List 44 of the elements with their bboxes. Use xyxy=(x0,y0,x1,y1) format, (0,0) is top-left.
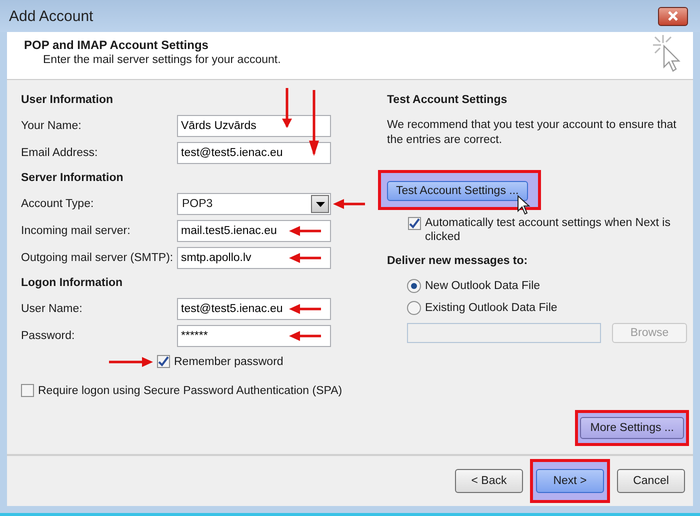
close-icon xyxy=(667,11,679,21)
dropdown-arrow-button[interactable] xyxy=(311,195,329,213)
dialog-button[interactable]: Cancel xyxy=(617,469,685,493)
checkbox-label: Require logon using Secure Password Authentication (SPA) xyxy=(38,384,342,396)
close-button[interactable] xyxy=(658,6,688,26)
dialog-button[interactable]: Next > xyxy=(536,469,604,493)
radio-button[interactable] xyxy=(407,279,421,293)
test-account-settings-button[interactable]: Test Account Settings ... xyxy=(387,181,528,201)
section-heading: Test Account Settings xyxy=(387,94,508,106)
input-field[interactable]: test@test5.ienac.eu xyxy=(177,142,331,164)
field-label: Password: xyxy=(21,330,76,342)
field-label: User Name: xyxy=(21,303,84,315)
window-title: Add Account xyxy=(9,8,94,24)
input-field[interactable]: Vārds Uzvārds xyxy=(177,115,331,137)
field-label: Incoming mail server: xyxy=(21,225,132,237)
description-text: We recommend that you test your account to ensure that the entries are correct. xyxy=(387,118,678,148)
checkbox[interactable] xyxy=(157,355,170,368)
dialog-heading: POP and IMAP Account Settings xyxy=(24,38,210,52)
checkbox[interactable] xyxy=(21,384,34,397)
radio-label: New Outlook Data File xyxy=(425,280,540,292)
mouse-pointer-icon xyxy=(517,195,531,215)
checkbox-label: Automatically test account settings when Next is clicked xyxy=(425,216,672,244)
input-field[interactable]: test@test5.ienac.eu xyxy=(177,298,331,320)
radio-label: Existing Outlook Data File xyxy=(425,302,558,314)
input-field[interactable]: mail.test5.ienac.eu xyxy=(177,220,331,242)
checkbox-label: Remember password xyxy=(174,356,284,368)
field-label: Your Name: xyxy=(21,120,82,132)
field-label: Account Type: xyxy=(21,198,95,210)
dialog-button[interactable]: < Back xyxy=(455,469,523,493)
field-label: Outgoing mail server (SMTP): xyxy=(21,252,174,264)
checkbox[interactable] xyxy=(408,217,421,230)
section-heading: Logon Information xyxy=(21,277,124,289)
section-heading: User Information xyxy=(21,94,114,106)
radio-button[interactable] xyxy=(407,301,421,315)
section-heading: Deliver new messages to: xyxy=(387,255,529,267)
section-heading: Server Information xyxy=(21,172,124,184)
dropdown[interactable]: POP3 xyxy=(177,193,331,215)
caret-icon xyxy=(316,202,324,206)
file-path-field[interactable] xyxy=(407,323,601,343)
field-label: Email Address: xyxy=(21,147,99,159)
input-field[interactable]: smtp.apollo.lv xyxy=(177,247,331,269)
dialog-subtitle: Enter the mail server settings for your account. xyxy=(42,54,281,66)
input-field[interactable]: ****** xyxy=(177,325,331,347)
more-settings-button[interactable]: More Settings ... xyxy=(580,417,684,439)
